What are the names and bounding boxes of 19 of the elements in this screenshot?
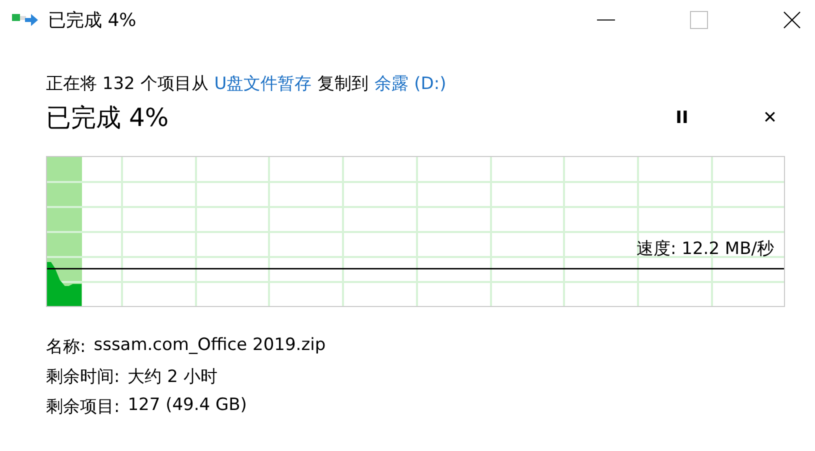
close-icon [783,11,801,29]
description-text: 正在将 132 个项目从 [46,73,208,95]
detail-value: 大约 2 小时 [128,366,218,388]
window-title: 已完成 4% [48,9,138,32]
pause-button[interactable]: II [667,102,697,132]
description-text: 复制到 [318,73,369,95]
speed-label: 速度: 12.2 MB/秒 [636,238,774,260]
maximize-icon [690,11,708,29]
detail-label: 剩余时间: [46,366,120,388]
detail-value: 127 (49.4 GB) [128,395,247,417]
detail-label: 名称: [46,336,86,358]
detail-label: 剩余项目: [46,396,120,418]
speed-area [47,262,82,306]
source-link[interactable]: U盘文件暂存 [214,72,312,95]
minimize-icon [597,19,615,21]
destination-link[interactable]: 余露 (D:) [374,72,446,95]
progress-heading: 已完成 4% [46,102,170,134]
cancel-button[interactable]: ✕ [755,102,785,132]
detail-value: sssam.com_Office 2019.zip [94,335,326,357]
